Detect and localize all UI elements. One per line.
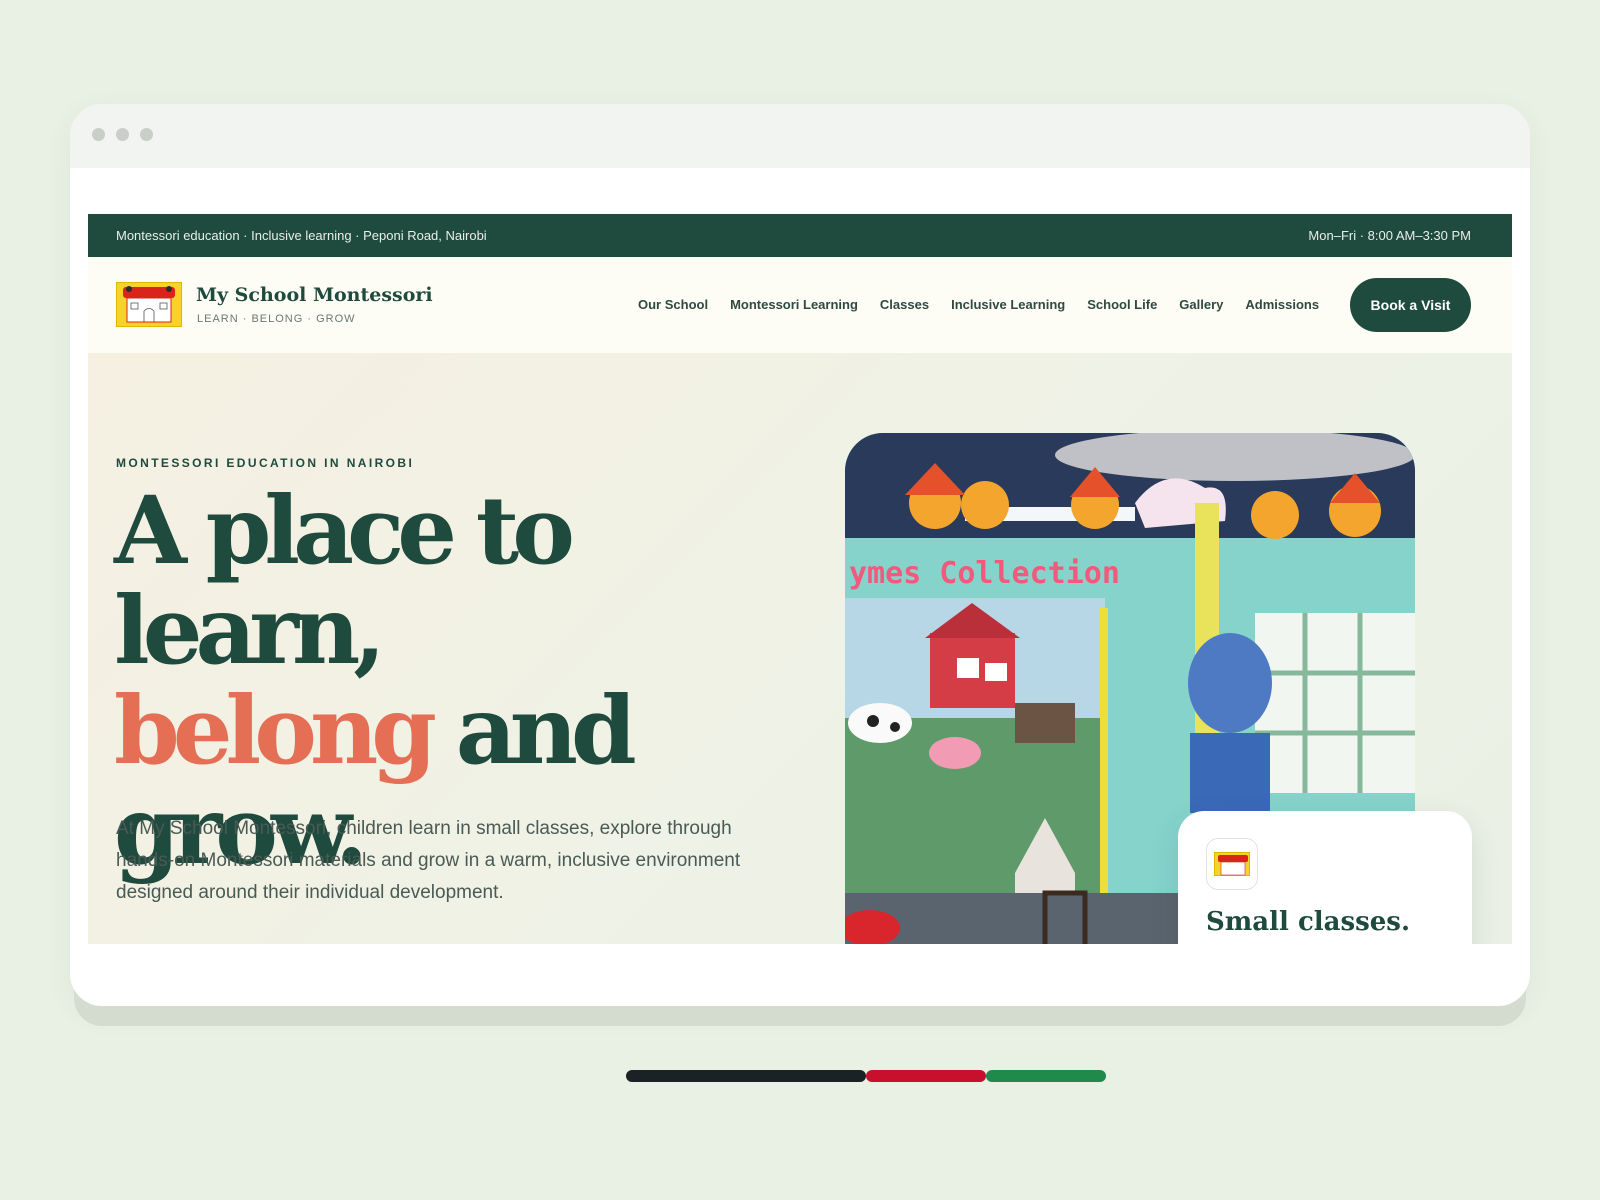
card-title: Small classes. [1206,907,1411,937]
small-classes-card[interactable]: Small classes. [1178,811,1472,944]
nav-school-life[interactable]: School Life [1087,297,1157,312]
nav-links: Our School Montessori Learning Classes I… [638,297,1319,312]
photo-sign-text: ymes Collection [849,556,1120,591]
flag-bar-black [626,1070,866,1082]
book-a-visit-button[interactable]: Book a Visit [1350,278,1471,332]
nav-admissions[interactable]: Admissions [1245,297,1319,312]
opening-hours: Mon–Fri · 8:00 AM–3:30 PM [1308,228,1471,243]
hero-description: At My School Montessori, children learn … [116,818,741,903]
brand-tagline: LEARN · BELONG · GROW [197,313,356,325]
nav-montessori-learning[interactable]: Montessori Learning [730,297,858,312]
window-minimize-dot[interactable] [116,128,129,141]
flag-bar-green [986,1070,1106,1082]
nav-gallery[interactable]: Gallery [1179,297,1223,312]
headline-line-1: A place to learn, [114,476,575,686]
flag-bar-red [866,1070,986,1082]
brand-name[interactable]: My School Montessori [196,284,433,306]
card-logo-icon [1206,838,1258,890]
hero-eyebrow: MONTESSORI EDUCATION IN NAIROBI [116,456,415,470]
main-navbar: My School Montessori LEARN · BELONG · GR… [88,257,1512,353]
nav-inclusive-learning[interactable]: Inclusive Learning [951,297,1065,312]
page-viewport: Montessori education · Inclusive learnin… [88,168,1512,944]
browser-window: Montessori education · Inclusive learnin… [70,104,1530,1006]
hero-section: MONTESSORI EDUCATION IN NAIROBI A place … [88,353,1512,944]
nav-our-school[interactable]: Our School [638,297,708,312]
window-maximize-dot[interactable] [140,128,153,141]
top-info-left: Montessori education · Inclusive learnin… [116,228,487,243]
headline-accent-word: belong [114,676,437,786]
top-info-bar: Montessori education · Inclusive learnin… [88,214,1512,257]
nav-classes[interactable]: Classes [880,297,929,312]
window-close-dot[interactable] [92,128,105,141]
school-house-logo-icon[interactable] [116,282,182,327]
window-chrome [70,104,1530,168]
headline-and: and [430,676,637,786]
